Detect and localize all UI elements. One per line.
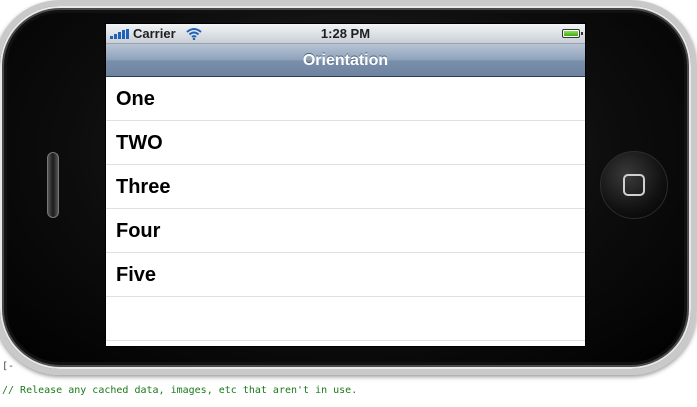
code-comment: // Release any cached data, images, etc … — [2, 385, 358, 396]
speaker-icon — [47, 152, 59, 218]
navigation-bar: Orientation — [106, 44, 585, 77]
editor-fold-marker[interactable]: [- — [2, 361, 14, 372]
device-screen: Carrier 1:28 PM Orientation One TWO Thre… — [105, 23, 586, 347]
table-row-label: Four — [116, 220, 161, 242]
nav-title: Orientation — [302, 52, 389, 69]
table-row[interactable]: Five — [106, 253, 585, 297]
table-row-label: One — [116, 88, 155, 110]
table-row-label: Three — [116, 176, 171, 198]
battery-icon — [562, 29, 583, 38]
table-row[interactable]: Three — [106, 165, 585, 209]
home-button-icon — [623, 174, 645, 196]
status-time: 1:28 PM — [320, 26, 371, 41]
home-button[interactable] — [600, 151, 668, 219]
table-row-label: Five — [116, 264, 157, 286]
table-view[interactable]: One TWO Three Four Five — [106, 77, 585, 341]
table-row[interactable]: One — [106, 77, 585, 121]
table-row[interactable]: TWO — [106, 121, 585, 165]
table-row[interactable]: Four — [106, 209, 585, 253]
table-row-empty[interactable] — [106, 297, 585, 341]
table-row-label: TWO — [116, 132, 163, 154]
status-bar: Carrier 1:28 PM — [106, 24, 585, 44]
